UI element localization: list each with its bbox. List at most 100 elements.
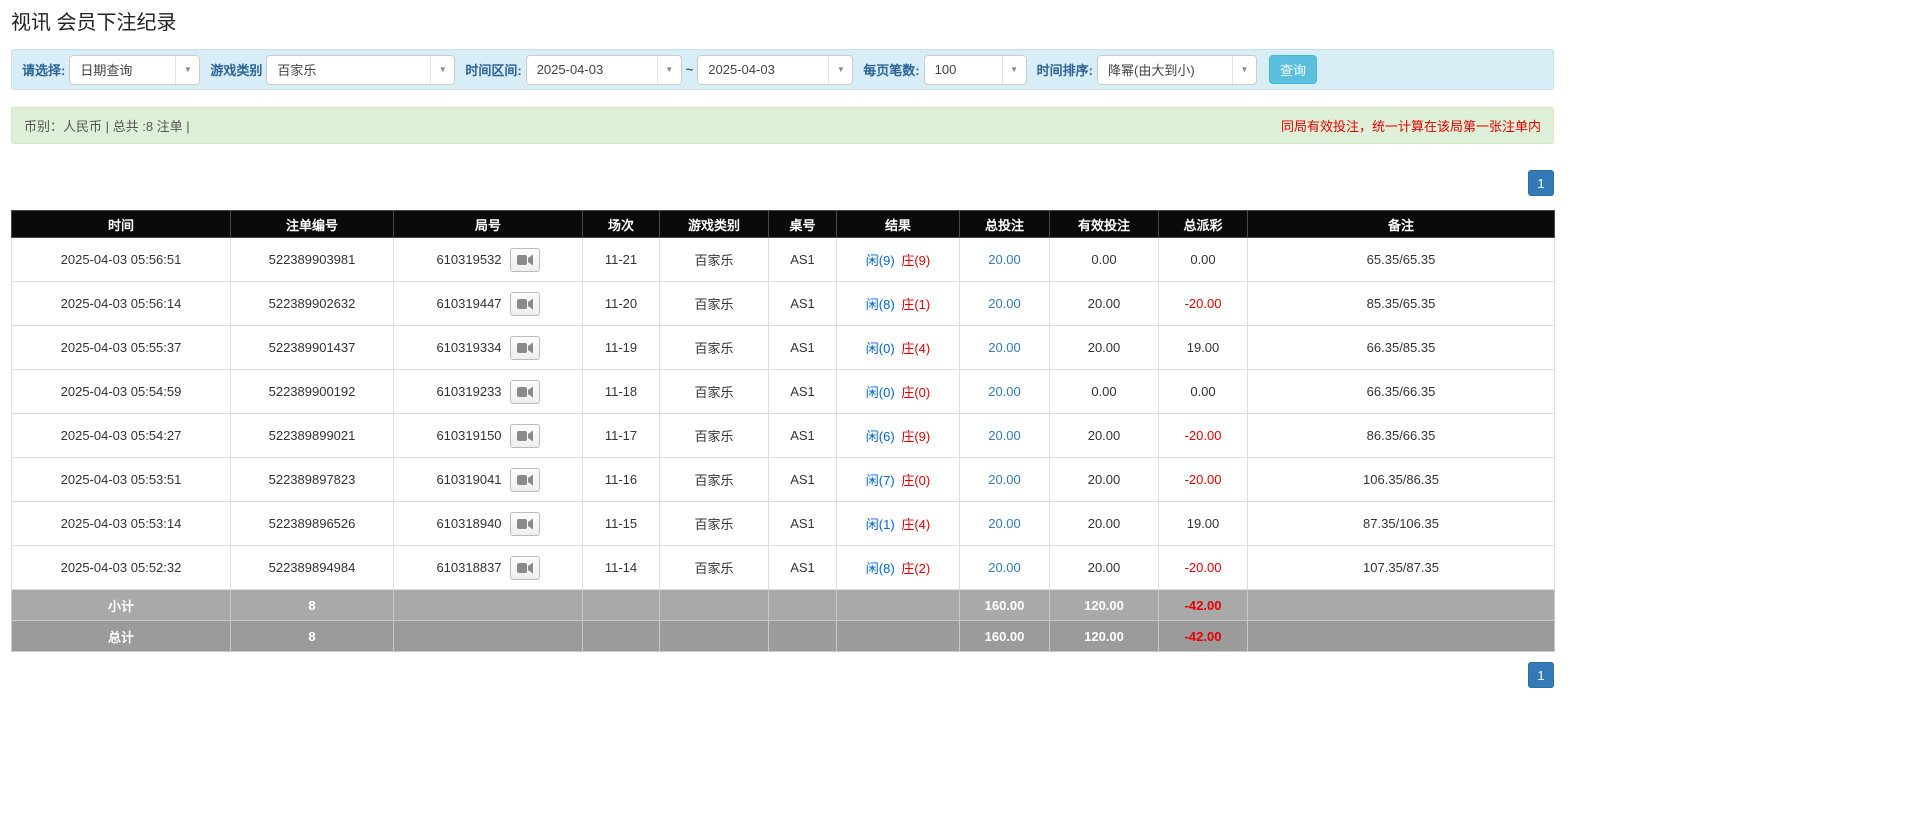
per-page-dropdown[interactable]: 100 ▼ bbox=[923, 54, 1027, 85]
cell-round-id: 610319233 bbox=[393, 369, 583, 414]
video-replay-button[interactable] bbox=[509, 467, 540, 492]
cell-table-no: AS1 bbox=[768, 237, 837, 282]
empty-cell bbox=[659, 589, 769, 621]
total-bet-link[interactable]: 20.00 bbox=[988, 472, 1021, 487]
cell-valid-bet: 20.00 bbox=[1049, 545, 1159, 590]
video-replay-button[interactable] bbox=[509, 247, 540, 272]
cell-table-no: AS1 bbox=[768, 457, 837, 502]
cell-time: 2025-04-03 05:55:37 bbox=[11, 325, 231, 370]
video-replay-button[interactable] bbox=[509, 379, 540, 404]
cell-table-no: AS1 bbox=[768, 501, 837, 546]
chevron-down-icon: ▼ bbox=[175, 55, 199, 84]
subtotal-total-bet: 160.00 bbox=[959, 589, 1050, 621]
result-player: 闲(6) bbox=[865, 429, 895, 444]
cell-round-id: 610319532 bbox=[393, 237, 583, 282]
time-sort-dropdown[interactable]: 降幂(由大到小) ▼ bbox=[1096, 54, 1257, 85]
cell-remark: 107.35/87.35 bbox=[1247, 545, 1555, 590]
cell-bet-id: 522389903981 bbox=[230, 237, 394, 282]
date-from-value: 2025-04-03 bbox=[536, 62, 604, 77]
cell-result: 闲(0) 庄(4) bbox=[836, 325, 960, 370]
cell-payout: -20.00 bbox=[1158, 457, 1248, 502]
search-button[interactable]: 查询 bbox=[1268, 55, 1317, 84]
cell-bet-id: 522389896526 bbox=[230, 501, 394, 546]
cell-total-bet: 20.00 bbox=[959, 325, 1050, 370]
cell-remark: 66.35/85.35 bbox=[1247, 325, 1555, 370]
cell-time: 2025-04-03 05:54:27 bbox=[11, 413, 231, 458]
cell-session: 11-15 bbox=[582, 501, 660, 546]
cell-payout: 0.00 bbox=[1158, 237, 1248, 282]
video-camera-icon bbox=[516, 386, 533, 397]
cell-round-id: 610319447 bbox=[393, 281, 583, 326]
result-banker: 庄(9) bbox=[901, 253, 931, 268]
cell-game-type: 百家乐 bbox=[659, 457, 769, 502]
table-row: 2025-04-03 05:56:14 522389902632 6103194… bbox=[11, 281, 1555, 326]
cell-payout: 19.00 bbox=[1158, 501, 1248, 546]
result-player: 闲(1) bbox=[865, 517, 895, 532]
time-sort-label: 时间排序: bbox=[1036, 63, 1093, 78]
cell-game-type: 百家乐 bbox=[659, 325, 769, 370]
total-bet-link[interactable]: 20.00 bbox=[988, 516, 1021, 531]
empty-cell bbox=[659, 620, 769, 652]
video-replay-button[interactable] bbox=[509, 335, 540, 360]
total-bet-link[interactable]: 20.00 bbox=[988, 428, 1021, 443]
total-bet-link[interactable]: 20.00 bbox=[988, 296, 1021, 311]
empty-cell bbox=[836, 620, 960, 652]
column-header-5: 桌号 bbox=[768, 210, 837, 238]
cell-payout: -20.00 bbox=[1158, 281, 1248, 326]
total-bet-link[interactable]: 20.00 bbox=[988, 340, 1021, 355]
game-type-dropdown[interactable]: 百家乐 ▼ bbox=[266, 54, 456, 85]
table-row: 2025-04-03 05:54:27 522389899021 6103191… bbox=[11, 413, 1555, 458]
query-type-dropdown[interactable]: 日期查询 ▼ bbox=[69, 54, 201, 85]
chevron-down-icon: ▼ bbox=[1001, 55, 1026, 84]
page-button-1[interactable]: 1 bbox=[1528, 662, 1554, 688]
video-replay-button[interactable] bbox=[509, 423, 540, 448]
result-banker: 庄(9) bbox=[901, 429, 931, 444]
cell-time: 2025-04-03 05:53:51 bbox=[11, 457, 231, 502]
cell-result: 闲(9) 庄(9) bbox=[836, 237, 960, 282]
cell-table-no: AS1 bbox=[768, 545, 837, 590]
chevron-down-icon: ▼ bbox=[1231, 55, 1256, 84]
round-id-text: 610318837 bbox=[436, 560, 502, 575]
total-bet-link[interactable]: 20.00 bbox=[988, 384, 1021, 399]
query-type-value: 日期查询 bbox=[80, 63, 133, 78]
video-camera-icon bbox=[516, 518, 533, 529]
filter-bar: 请选择: 日期查询 ▼ 游戏类别 百家乐 ▼ 时间区间: 2025-04-03 … bbox=[11, 49, 1554, 90]
round-id-text: 610319532 bbox=[436, 252, 502, 267]
date-from-dropdown[interactable]: 2025-04-03 ▼ bbox=[525, 54, 682, 85]
page-button-1[interactable]: 1 bbox=[1528, 170, 1554, 196]
cell-result: 闲(6) 庄(9) bbox=[836, 413, 960, 458]
summary-bar: 币别：人民币 | 总共 :8 注单 | 同局有效投注，统一计算在该局第一张注单内 bbox=[11, 107, 1554, 144]
video-replay-button[interactable] bbox=[509, 291, 540, 316]
video-replay-button[interactable] bbox=[509, 511, 540, 536]
cell-valid-bet: 0.00 bbox=[1049, 369, 1159, 414]
cell-time: 2025-04-03 05:54:59 bbox=[11, 369, 231, 414]
pagination-bottom: 1 bbox=[11, 662, 1554, 688]
cell-round-id: 610319150 bbox=[393, 413, 583, 458]
cell-total-bet: 20.00 bbox=[959, 369, 1050, 414]
total-bet-link[interactable]: 20.00 bbox=[988, 560, 1021, 575]
cell-game-type: 百家乐 bbox=[659, 413, 769, 458]
subtotal-payout: -42.00 bbox=[1158, 589, 1248, 621]
date-to-dropdown[interactable]: 2025-04-03 ▼ bbox=[697, 54, 854, 85]
cell-game-type: 百家乐 bbox=[659, 369, 769, 414]
bet-records-table: 时间 注单编号 局号 场次 游戏类别 桌号 结果 总投注 有效投注 总派彩 备注 2025-04-0… bbox=[11, 210, 1555, 652]
round-id-text: 610319150 bbox=[436, 428, 502, 443]
round-id-text: 610319233 bbox=[436, 384, 502, 399]
total-bet-link[interactable]: 20.00 bbox=[988, 252, 1021, 267]
table-row: 2025-04-03 05:52:32 522389894984 6103188… bbox=[11, 545, 1555, 590]
result-banker: 庄(1) bbox=[901, 297, 931, 312]
cell-bet-id: 522389894984 bbox=[230, 545, 394, 590]
cell-session: 11-21 bbox=[582, 237, 660, 282]
valid-bet-notice: 同局有效投注，统一计算在该局第一张注单内 bbox=[1280, 119, 1541, 134]
video-camera-icon bbox=[516, 298, 533, 309]
cell-game-type: 百家乐 bbox=[659, 501, 769, 546]
cell-total-bet: 20.00 bbox=[959, 501, 1050, 546]
column-header-3: 场次 bbox=[582, 210, 660, 238]
table-row: 2025-04-03 05:54:59 522389900192 6103192… bbox=[11, 369, 1555, 414]
cell-payout: -20.00 bbox=[1158, 545, 1248, 590]
cell-valid-bet: 20.00 bbox=[1049, 457, 1159, 502]
page-title: 视讯 会员下注纪录 bbox=[11, 12, 177, 34]
video-camera-icon bbox=[516, 430, 533, 441]
video-replay-button[interactable] bbox=[509, 555, 540, 580]
cell-bet-id: 522389899021 bbox=[230, 413, 394, 458]
